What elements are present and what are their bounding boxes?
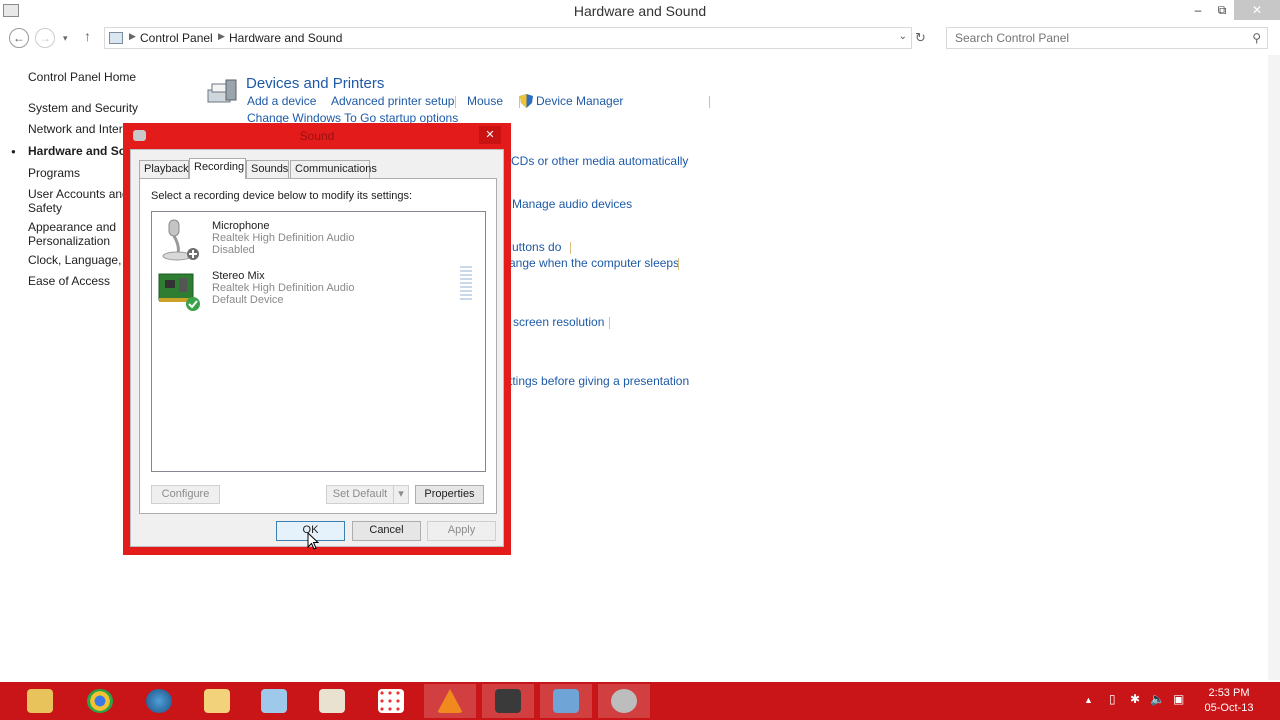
divider	[570, 242, 571, 254]
close-button[interactable]: ✕	[1234, 0, 1280, 20]
vlc-icon[interactable]	[424, 684, 476, 718]
mouse-link[interactable]: Mouse	[467, 94, 503, 108]
recording-device-list[interactable]: Microphone Realtek High Definition Audio…	[151, 211, 486, 472]
devices-and-printers-title[interactable]: Devices and Printers	[246, 75, 384, 92]
mouse-cursor-icon	[307, 532, 319, 550]
paint-icon[interactable]	[306, 684, 358, 718]
sound-card-icon	[158, 273, 200, 311]
vertical-scrollbar[interactable]	[1268, 55, 1280, 680]
nav-system-and-security[interactable]: System and Security	[28, 101, 198, 115]
device-name: Stereo Mix	[212, 270, 265, 282]
device-driver: Realtek High Definition Audio	[212, 282, 355, 294]
sound-dialog-title: Sound	[299, 129, 335, 143]
folder-icon[interactable]	[191, 684, 243, 718]
device-microphone[interactable]: Microphone Realtek High Definition Audio…	[154, 216, 484, 262]
clock-date: 05-Oct-13	[1204, 702, 1254, 714]
address-row: ← → ▾ ↑ ▶ Control Panel ▶ Hardware and S…	[0, 27, 1280, 51]
device-driver: Realtek High Definition Audio	[212, 232, 355, 244]
recording-tab-panel: Select a recording device below to modif…	[139, 178, 497, 514]
search-box[interactable]: ⚲	[946, 27, 1268, 49]
restore-button[interactable]: ⧉	[1208, 0, 1236, 20]
active-bullet-icon: ●	[11, 147, 16, 156]
system-clock[interactable]: 2:53 PM 05-Oct-13	[1196, 686, 1262, 716]
manage-audio-devices-link[interactable]: Manage audio devices	[512, 197, 632, 211]
tab-playback[interactable]: Playback	[139, 160, 189, 178]
screen-resolution-link[interactable]: screen resolution	[513, 315, 604, 329]
devices-and-printers-icon	[207, 79, 237, 103]
address-dropdown-icon[interactable]: ⌄	[899, 31, 907, 42]
notes-icon[interactable]	[248, 684, 300, 718]
network-status-icon[interactable]: ▣	[1173, 692, 1184, 706]
battery-icon[interactable]: ▯	[1109, 692, 1116, 706]
search-icon[interactable]: ⚲	[1252, 31, 1261, 45]
shield-icon	[520, 94, 533, 108]
show-hidden-icons-icon[interactable]: ▲	[1084, 695, 1093, 705]
recent-pages-chevron-icon[interactable]: ▾	[63, 33, 68, 44]
forward-button[interactable]: →	[35, 28, 55, 48]
chevron-right-icon: ▶	[129, 31, 136, 41]
dialog-body: Playback Recording Sounds Communications…	[130, 149, 504, 547]
advanced-printer-setup-link[interactable]: Advanced printer setup	[331, 94, 454, 108]
globe-icon[interactable]	[133, 684, 185, 718]
chrome-icon[interactable]	[74, 684, 126, 718]
clock-time: 2:53 PM	[1208, 687, 1250, 699]
presentation-settings-link[interactable]: ttings before giving a presentation	[509, 374, 689, 388]
microphone-icon	[162, 219, 199, 261]
device-manager-link[interactable]: Device Manager	[536, 94, 623, 108]
breadcrumb-hardware-and-sound[interactable]: Hardware and Sound	[229, 31, 342, 45]
device-status: Default Device	[212, 294, 284, 306]
refresh-icon[interactable]: ↻	[915, 30, 926, 46]
set-default-button[interactable]: Set Default	[326, 485, 394, 504]
nav-control-panel-home[interactable]: Control Panel Home	[28, 70, 198, 84]
apply-button[interactable]: Apply	[427, 521, 496, 541]
window-titlebar: Hardware and Sound ‒ ⧉ ✕	[0, 0, 1280, 22]
window-title: Hardware and Sound	[573, 3, 707, 19]
device-name: Microphone	[212, 220, 270, 232]
computer-sleeps-link[interactable]: ange when the computer sleeps	[509, 256, 679, 270]
bluetooth-icon[interactable]: ✱	[1130, 692, 1140, 706]
chevron-right-icon[interactable]: ▶	[218, 31, 225, 42]
audio-level-meter	[460, 266, 472, 302]
apps-icon[interactable]	[365, 684, 417, 718]
sound-icon[interactable]	[598, 684, 650, 718]
breadcrumb-control-panel[interactable]: Control Panel	[140, 31, 213, 45]
up-arrow-icon[interactable]: ↑	[84, 28, 91, 44]
taskbar: ▲ ▯ ✱ 🔈 ▣ 2:53 PM 05-Oct-13	[0, 682, 1280, 720]
divider	[609, 317, 610, 329]
tab-recording[interactable]: Recording	[189, 158, 246, 179]
device-stereo-mix[interactable]: Stereo Mix Realtek High Definition Audio…	[154, 266, 484, 312]
tab-sounds[interactable]: Sounds	[246, 160, 289, 178]
divider	[455, 96, 456, 108]
add-a-device-link[interactable]: Add a device	[247, 94, 316, 108]
device-status: Disabled	[212, 244, 255, 256]
autoplay-link[interactable]: CDs or other media automatically	[511, 154, 688, 168]
configure-button[interactable]: Configure	[151, 485, 220, 504]
set-default-dropdown-button[interactable]: ▾	[393, 485, 409, 504]
camera-icon[interactable]	[482, 684, 534, 718]
file-explorer-icon[interactable]	[14, 684, 66, 718]
recording-instruction: Select a recording device below to modif…	[151, 190, 413, 202]
divider	[678, 258, 679, 270]
volume-icon[interactable]: 🔈	[1150, 692, 1165, 706]
back-button[interactable]: ←	[9, 28, 29, 48]
tab-communications[interactable]: Communications	[290, 160, 377, 178]
divider	[709, 96, 710, 108]
dialog-close-button[interactable]: ✕	[479, 126, 501, 144]
search-input[interactable]	[955, 28, 1245, 48]
power-buttons-link[interactable]: uttons do	[512, 240, 561, 254]
sound-dialog: Sound ✕ Playback Recording Sounds Commun…	[123, 123, 511, 555]
network-icon[interactable]	[540, 684, 592, 718]
control-panel-crumb-icon	[109, 32, 123, 44]
address-bar[interactable]: ▶ Control Panel ▶ Hardware and Sound ⌄	[104, 27, 912, 49]
properties-button[interactable]: Properties	[415, 485, 484, 504]
cancel-button[interactable]: Cancel	[352, 521, 421, 541]
